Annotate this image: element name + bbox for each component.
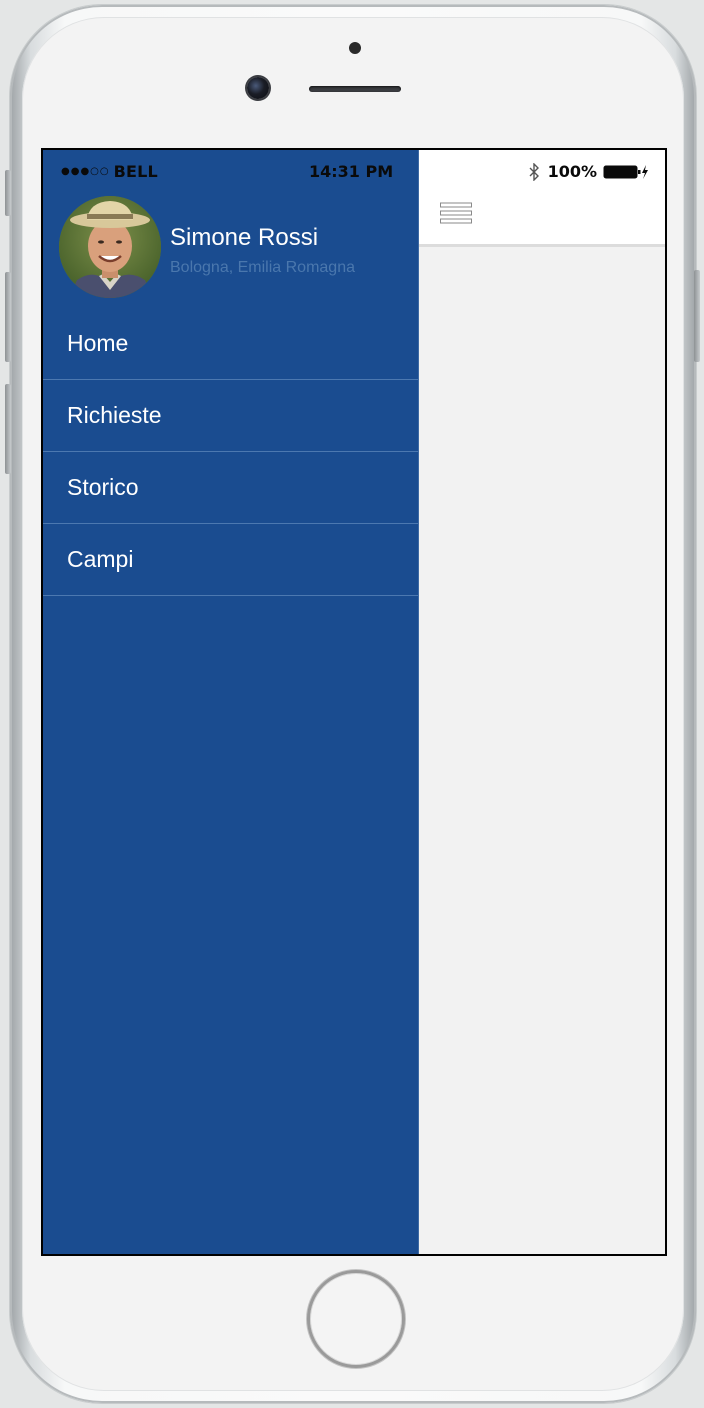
battery-icon xyxy=(603,164,649,180)
battery-percent: 100% xyxy=(547,162,597,181)
earpiece-speaker xyxy=(309,86,401,92)
user-name: Simone Rossi xyxy=(170,224,319,251)
signal-dots-icon: ●●●○○ xyxy=(61,166,110,177)
status-bar-left: ●●●○○ BELL xyxy=(61,162,158,181)
status-bar-right: 100% xyxy=(528,162,649,181)
side-drawer: ●●●○○ BELL 14:31 PM Simone Rossi Bologna… xyxy=(43,150,419,1254)
carrier-name: BELL xyxy=(113,162,158,181)
hamburger-icon[interactable] xyxy=(440,202,472,226)
phone-screen: ●●●○○ BELL 14:31 PM Simone Rossi Bologna… xyxy=(41,148,667,1256)
power-button xyxy=(694,270,700,362)
menu-item-campi[interactable]: Campi xyxy=(43,524,418,596)
bluetooth-icon xyxy=(529,162,539,181)
avatar-image xyxy=(59,196,161,298)
front-camera xyxy=(247,77,269,99)
avatar[interactable] xyxy=(59,196,161,298)
top-bar: 100% xyxy=(419,150,665,247)
drawer-menu: Home Richieste Storico Campi xyxy=(43,308,418,596)
user-location: Bologna, Emilia Romagna xyxy=(170,259,355,276)
menu-item-richieste[interactable]: Richieste xyxy=(43,380,418,452)
home-button[interactable] xyxy=(307,1270,405,1368)
app-screen: ●●●○○ BELL 14:31 PM Simone Rossi Bologna… xyxy=(43,150,665,1254)
volume-down-button xyxy=(5,384,11,474)
main-panel[interactable]: 100% xyxy=(419,150,665,1254)
status-time: 14:31 PM xyxy=(309,162,394,181)
volume-up-button xyxy=(5,272,11,362)
charging-bolt-icon xyxy=(642,164,648,179)
menu-item-home[interactable]: Home xyxy=(43,308,418,380)
proximity-sensor xyxy=(349,42,361,54)
mute-switch xyxy=(5,170,11,216)
menu-item-storico[interactable]: Storico xyxy=(43,452,418,524)
